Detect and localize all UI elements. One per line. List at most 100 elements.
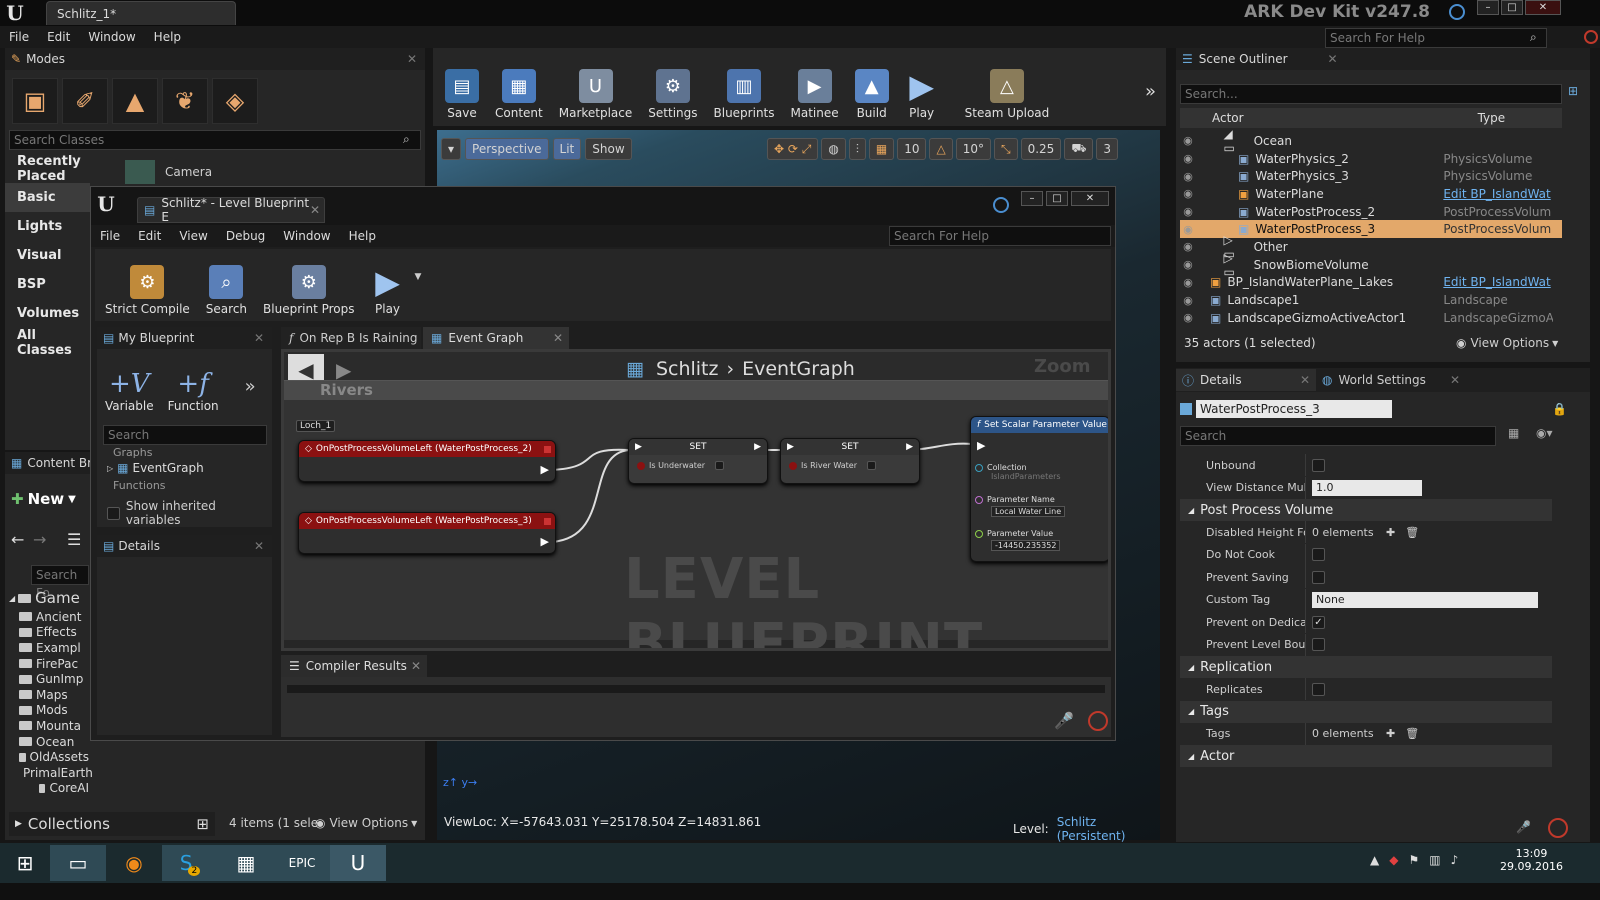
outliner-search-input[interactable]: Search...	[1180, 84, 1562, 104]
level-value[interactable]: Schlitz (Persistent)	[1057, 815, 1160, 843]
play-button[interactable]: ▶ Play	[899, 62, 945, 120]
collections-header[interactable]: ▶ Collections ⊞	[9, 812, 215, 836]
place-mode-icon[interactable]: ▣	[12, 78, 58, 124]
outliner-row[interactable]: ◉ ▣ WaterPlane Edit BP_IslandWat	[1180, 185, 1562, 203]
outliner-row[interactable]: ◉ ◢ ▭ Ocean	[1180, 127, 1562, 155]
show-inherited-checkbox[interactable]	[107, 506, 120, 520]
folder-item[interactable]: Exampl	[9, 640, 89, 656]
toolbar-overflow-icon[interactable]: »	[1145, 81, 1156, 102]
eye-icon[interactable]: ◉▾	[1536, 426, 1553, 440]
property-text-input[interactable]: None	[1312, 591, 1538, 608]
outliner-row[interactable]: ◉ ▣ WaterPostProcess_2 PostProcessVolum	[1180, 203, 1562, 221]
outliner-row[interactable]: ◉ ▣ WaterPhysics_2 PhysicsVolume	[1180, 150, 1562, 168]
blueprints-button[interactable]: ▥ Blueprints	[708, 62, 781, 120]
steam-upload-button[interactable]: △ Steam Upload	[959, 62, 1056, 120]
close-button[interactable]: ✕	[1525, 0, 1561, 15]
lit-button[interactable]: Lit	[552, 138, 582, 160]
property-checkbox[interactable]	[1312, 682, 1325, 696]
visibility-eye-icon[interactable]: ◉	[1180, 240, 1196, 253]
search-classes-input[interactable]: Search Classes	[9, 130, 421, 150]
exec-out-pin-icon[interactable]: ▶	[754, 442, 761, 452]
event-graph-item[interactable]: ▷ ▦ EventGraph	[107, 461, 204, 475]
show-button[interactable]: Show	[585, 138, 632, 160]
category-basic[interactable]: Basic	[5, 183, 90, 212]
viewport-options-button[interactable]: ▾	[441, 138, 462, 160]
folder-item[interactable]: Ocean	[9, 734, 89, 750]
bp-menu-file[interactable]: File	[91, 225, 129, 247]
exec-out-pin-icon[interactable]: ▶	[541, 535, 549, 548]
menu-edit[interactable]: Edit	[38, 26, 79, 48]
folder-item[interactable]: Ancient	[9, 609, 89, 625]
source-control-icon[interactable]	[993, 197, 1009, 213]
document-tab[interactable]: Schlitz_1*	[46, 1, 236, 25]
placed-item-camera[interactable]: Camera	[125, 160, 212, 184]
compiler-results-tab[interactable]: ☰ Compiler Results ✕	[281, 655, 427, 677]
scale-snap-icon[interactable]: ⤡	[993, 138, 1018, 160]
foliage-mode-icon[interactable]: ❦	[162, 78, 208, 124]
outliner-row[interactable]: ◉ ▣ Landscape1 Landscape	[1180, 291, 1562, 309]
bp-menu-debug[interactable]: Debug	[217, 225, 274, 247]
outliner-row[interactable]: ◉ ▷ ▭ SnowBiomeVolume	[1180, 251, 1562, 279]
folder-item[interactable]: FirePac	[9, 656, 89, 672]
file-explorer-icon[interactable]: ▭	[50, 845, 106, 881]
visibility-eye-icon[interactable]: ◉	[1180, 152, 1196, 165]
close-icon[interactable]: ✕	[1300, 373, 1310, 387]
set-node-is-underwater[interactable]: ▶ SET ▶ Is Underwater	[628, 438, 768, 484]
world-local-icon[interactable]: ◍	[821, 138, 846, 160]
surface-snap-icon[interactable]: ⫶	[848, 138, 866, 160]
scale-snap-value[interactable]: 0.25	[1020, 138, 1062, 160]
add-element-icon[interactable]: ✚	[1386, 727, 1395, 740]
visibility-eye-icon[interactable]: ◉	[1180, 187, 1196, 200]
details-tab[interactable]: ⓘ Details ✕	[1176, 369, 1316, 391]
outliner-row[interactable]: ◉ ▣ BP_IslandWaterPlane_Lakes Edit BP_Islan…	[1180, 274, 1562, 292]
no-entry-icon[interactable]	[1088, 711, 1108, 731]
trash-icon[interactable]: 🗑	[1405, 526, 1419, 539]
visibility-eye-icon[interactable]: ◉	[1180, 258, 1196, 271]
modes-tab[interactable]: ✎ Modes ✕	[5, 48, 425, 70]
close-icon[interactable]: ✕	[254, 539, 264, 553]
tab-event-graph[interactable]: ▦ Event Graph ✕	[423, 327, 569, 349]
source-control-icon[interactable]	[1449, 4, 1465, 20]
bp-menu-view[interactable]: View	[170, 225, 216, 247]
tray-chevron-up-icon[interactable]: ▲	[1370, 853, 1379, 867]
skype-icon[interactable]: S2	[162, 845, 218, 881]
property-checkbox[interactable]: ✓	[1312, 615, 1325, 629]
set-scalar-parameter-node[interactable]: f Set Scalar Parameter Value ▶ Collection…	[970, 416, 1108, 562]
camera-speed-icon[interactable]: ⛟	[1064, 138, 1094, 160]
property-number-input[interactable]: 1.0	[1312, 479, 1422, 496]
folder-item[interactable]: GunImp	[9, 671, 89, 687]
path-list-icon[interactable]: ☰	[67, 530, 81, 549]
exec-in-pin-icon[interactable]: ▶	[635, 442, 642, 452]
set-node-is-river-water[interactable]: ▶ SET ▶ Is River Water	[780, 438, 920, 484]
folder-item[interactable]: CoreAI	[9, 781, 89, 797]
bp-play-button[interactable]: ▶ Play	[365, 258, 411, 316]
float-pin-icon[interactable]	[975, 529, 983, 538]
category-visual[interactable]: Visual	[5, 241, 90, 270]
folder-item[interactable]: PrimalEarth	[9, 765, 93, 781]
folder-item[interactable]: Effects	[9, 625, 89, 641]
firefox-icon[interactable]: ◉	[106, 845, 162, 881]
close-icon[interactable]: ✕	[553, 331, 563, 345]
no-entry-icon[interactable]	[1548, 818, 1568, 838]
paint-mode-icon[interactable]: ✐	[62, 78, 108, 124]
minimize-button[interactable]: –	[1477, 0, 1499, 15]
clock[interactable]: 13:09 29.09.2016	[1500, 847, 1563, 873]
flag-icon[interactable]: ⚑	[1408, 853, 1419, 867]
name-pin-icon[interactable]	[975, 495, 983, 504]
bool-pin-icon[interactable]	[789, 461, 797, 470]
category-lights[interactable]: Lights	[5, 212, 90, 241]
rotation-snap-value[interactable]: 10°	[955, 138, 991, 160]
modes-close-icon[interactable]: ✕	[407, 52, 417, 66]
value-checkbox[interactable]	[867, 461, 876, 470]
outliner-row[interactable]: ◉ ▣ WaterPhysics_3 PhysicsVolume	[1180, 167, 1562, 185]
visibility-eye-icon[interactable]: ◉	[1180, 311, 1196, 324]
col-actor-header[interactable]: Actor	[1212, 111, 1244, 125]
bp-minimize-button[interactable]: –	[1021, 191, 1043, 206]
visibility-eye-icon[interactable]: ◉	[1180, 170, 1196, 183]
section-replication[interactable]: ◢ Replication	[1180, 656, 1552, 678]
close-icon[interactable]: ✕	[1450, 373, 1460, 387]
collection-value[interactable]: IslandParameters	[991, 472, 1061, 481]
my-blueprint-search-input[interactable]: Search	[103, 425, 267, 445]
property-matrix-icon[interactable]: ▦	[1508, 426, 1519, 440]
parameter-value-input[interactable]: -14450.235352	[991, 540, 1061, 551]
